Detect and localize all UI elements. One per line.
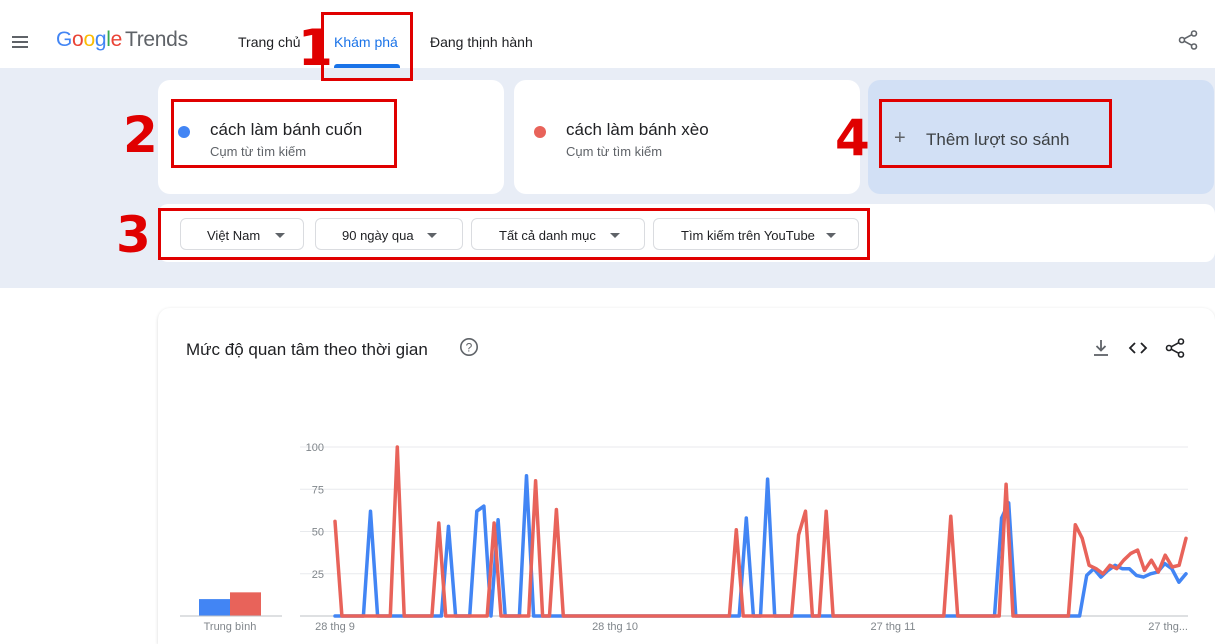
- average-bar: [199, 599, 230, 616]
- annotation-box-2: [171, 99, 397, 168]
- y-tick-label: 25: [312, 569, 324, 581]
- interest-over-time-chart: 25 50 75 100 28 thg 9 28 thg 10 27 thg 11 27 th…: [180, 442, 1188, 633]
- x-tick-label: 27 thg...: [1148, 621, 1188, 633]
- y-tick-label: 50: [312, 527, 324, 539]
- average-label: Trung bình: [204, 621, 257, 633]
- annotation-box-3: [158, 208, 870, 260]
- annotation-number-1: 1: [298, 19, 333, 77]
- annotation-box-4: [879, 99, 1112, 168]
- average-bar: [230, 592, 261, 616]
- x-tick-label: 28 thg 10: [592, 621, 638, 633]
- annotation-number-2: 2: [123, 106, 158, 164]
- annotation-box-1: [321, 12, 413, 81]
- x-tick-label: 28 thg 9: [315, 621, 355, 633]
- annotation-number-3: 3: [116, 206, 151, 264]
- annotation-number-4: 4: [835, 109, 870, 167]
- x-tick-label: 27 thg 11: [870, 621, 915, 633]
- y-tick-label: 100: [306, 442, 324, 454]
- y-tick-label: 75: [312, 484, 324, 496]
- series-line: [333, 473, 1188, 618]
